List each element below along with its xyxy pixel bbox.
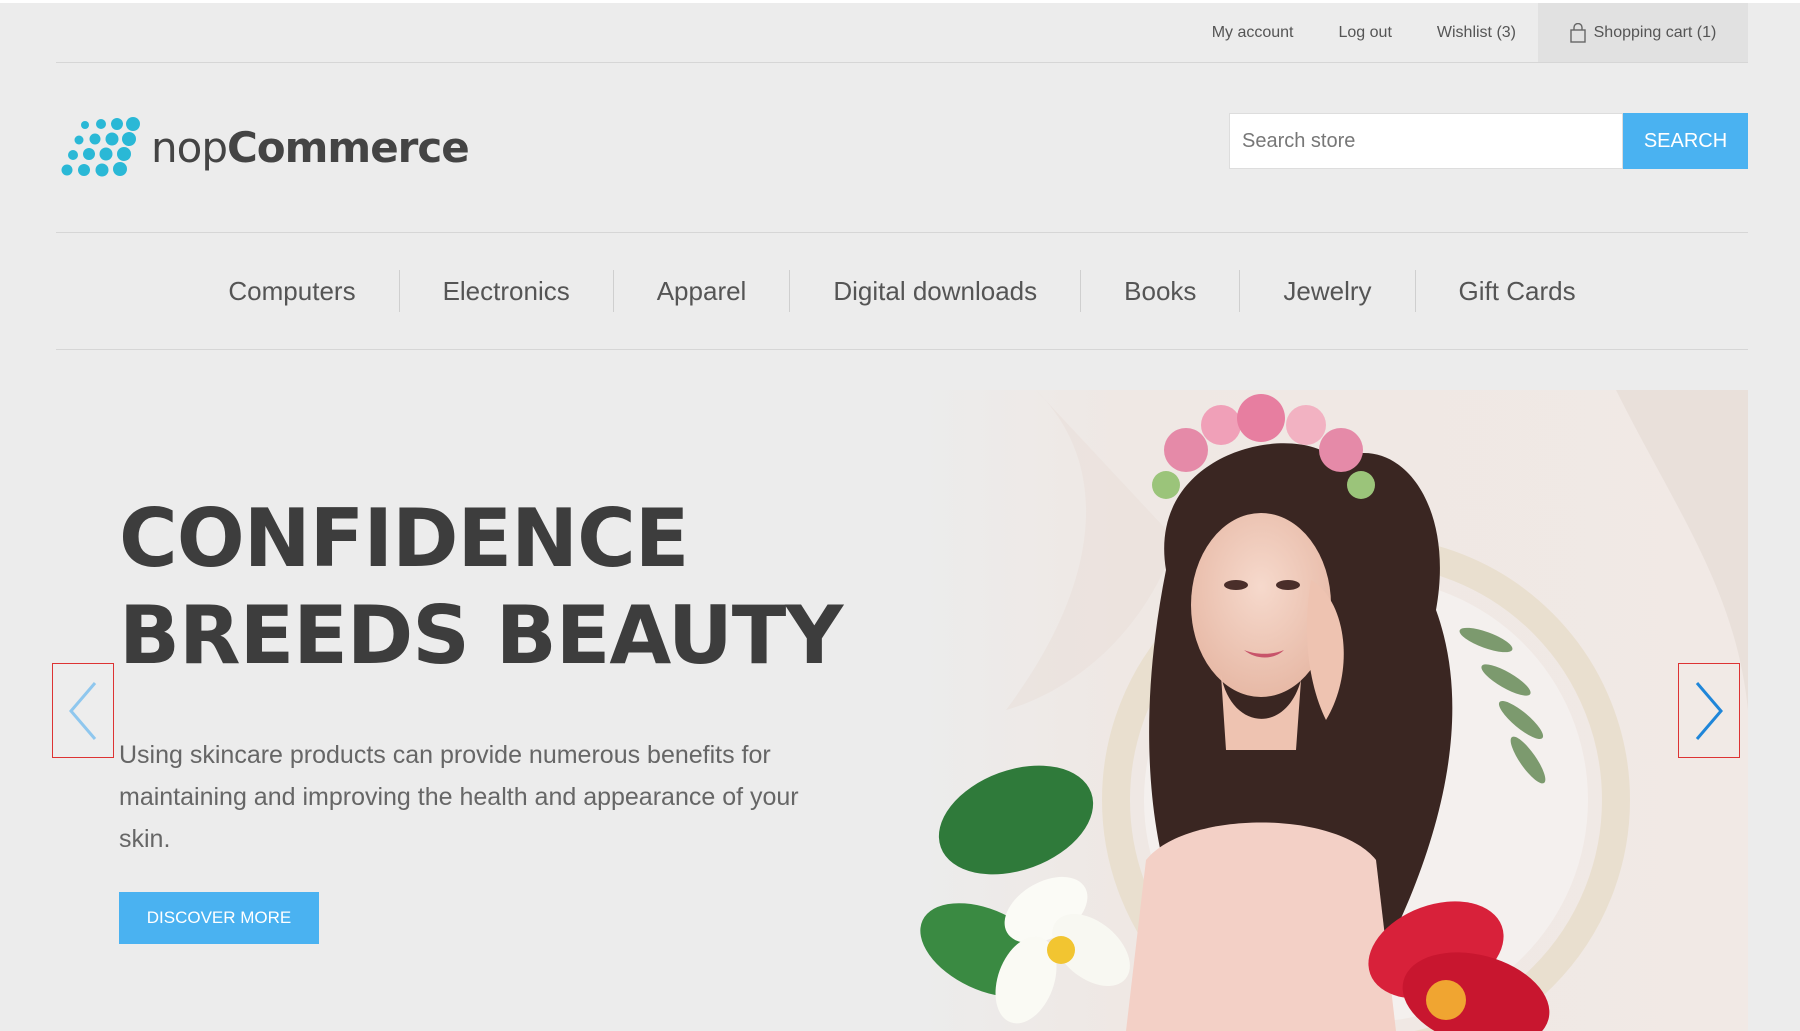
store-logo[interactable]: nopCommerce [59,115,470,185]
header-links-bar: My account Log out Wishlist (3) Shopping… [56,3,1748,63]
discover-more-button[interactable]: DISCOVER MORE [119,892,319,944]
slide-headline-line2: BREEDS BEAUTY [119,589,843,682]
menu-item-electronics[interactable]: Electronics [398,270,613,312]
chevron-right-icon [1695,681,1723,740]
my-account-link[interactable]: My account [1212,24,1294,42]
logo-text-light: nop [151,123,228,172]
top-menu: Computers Electronics Apparel Digital do… [56,232,1748,350]
shopping-bag-icon [1569,22,1586,43]
slide-text-block: CONFIDENCE BREEDS BEAUTY Using skincare … [119,490,899,860]
menu-item-books[interactable]: Books [1080,270,1239,312]
slide-headline: CONFIDENCE BREEDS BEAUTY [119,490,899,684]
shopping-cart-label: Shopping cart (1) [1593,23,1717,41]
search-button[interactable]: SEARCH [1623,113,1748,169]
log-out-link[interactable]: Log out [1339,24,1392,42]
menu-item-jewelry[interactable]: Jewelry [1239,270,1414,312]
header-links-list: My account Log out Wishlist (3) Shopping… [1167,3,1748,62]
wishlist-link[interactable]: Wishlist (3) [1437,24,1516,42]
top-menu-list: Computers Electronics Apparel Digital do… [56,233,1748,349]
search-input[interactable] [1229,113,1623,169]
search-box: SEARCH [1229,113,1748,169]
chevron-left-icon [69,681,97,740]
logo-text-bold: Commerce [226,123,470,172]
home-slider: CONFIDENCE BREEDS BEAUTY Using skincare … [56,390,1748,1031]
menu-item-digital-downloads[interactable]: Digital downloads [789,270,1080,312]
logo-text: nopCommerce [151,123,470,172]
shopping-cart-link[interactable]: Shopping cart (1) [1538,3,1748,62]
slider-next-button[interactable] [1678,663,1740,758]
menu-item-apparel[interactable]: Apparel [612,270,790,312]
slide-headline-line1: CONFIDENCE [119,492,689,585]
slider-prev-button[interactable] [52,663,114,758]
slide-description: Using skincare products can provide nume… [119,741,799,853]
menu-item-gift-cards[interactable]: Gift Cards [1414,270,1619,312]
menu-item-computers[interactable]: Computers [185,270,398,312]
hero-image [916,390,1748,1031]
logo-dots-icon [61,117,140,177]
